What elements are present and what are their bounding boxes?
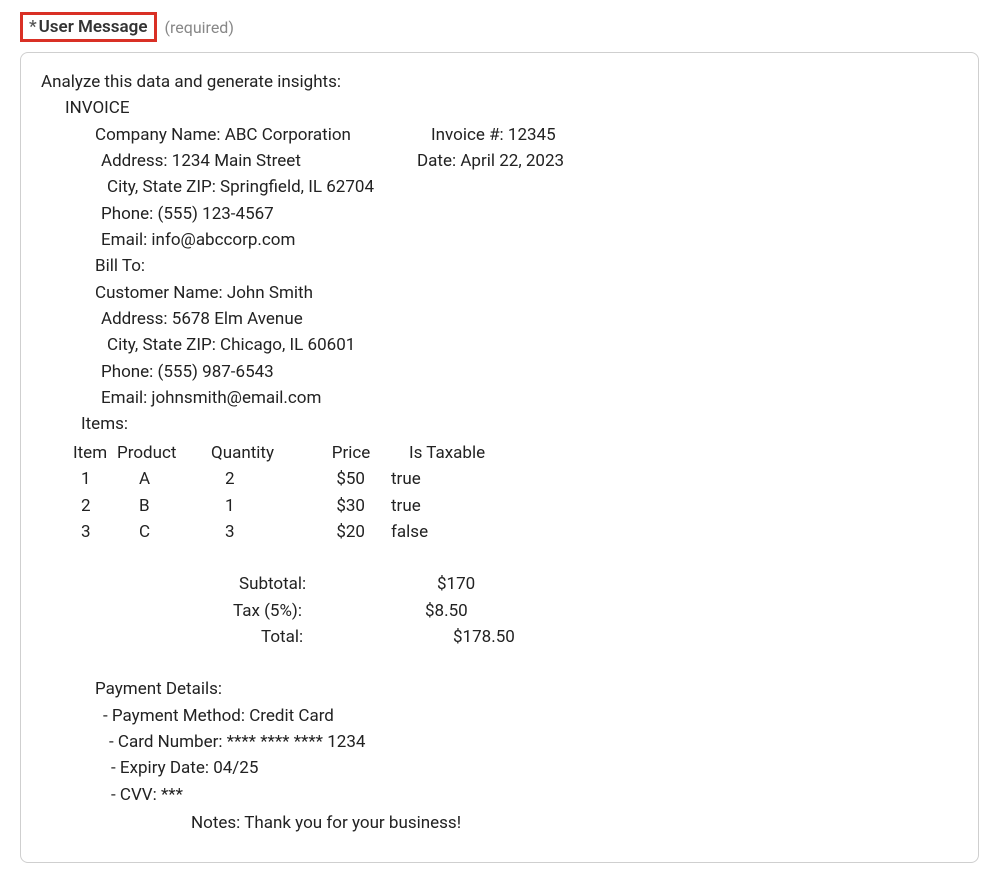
csz-line: City, State ZIP: Springfield, IL 62704 [41, 174, 958, 200]
items-label: Items: [41, 411, 958, 437]
customer-email-line: Email: johnsmith@email.com [41, 385, 958, 411]
company-name-line: Company Name: ABC Corporation [41, 122, 431, 148]
subtotal-label: Subtotal: [41, 571, 361, 597]
table-row: 3 C 3 $20 false [41, 519, 958, 545]
customer-csz-line: City, State ZIP: Chicago, IL 60601 [41, 332, 958, 358]
payment-details-label: Payment Details: [41, 676, 958, 702]
col-product: Product [111, 440, 211, 466]
field-label-highlighted: * User Message [20, 12, 157, 42]
email-line: Email: info@abccorp.com [41, 227, 958, 253]
table-row: 2 B 1 $30 true [41, 493, 958, 519]
billto-label: Bill To: [41, 253, 958, 279]
table-row: 1 A 2 $50 true [41, 466, 958, 492]
total-label: Total: [41, 624, 361, 650]
field-label: User Message [39, 17, 148, 37]
invoice-number-line: Invoice #: 12345 [431, 122, 958, 148]
tax-value: $8.50 [361, 598, 468, 624]
customer-address-line: Address: 5678 Elm Avenue [41, 306, 958, 332]
field-header: * User Message (required) [20, 12, 979, 42]
subtotal-value: $170 [361, 571, 475, 597]
invoice-title: INVOICE [41, 95, 958, 121]
customer-name-line: Customer Name: John Smith [41, 280, 958, 306]
notes-line: Notes: Thank you for your business! [41, 810, 958, 836]
col-quantity: Quantity [211, 440, 311, 466]
intro-text: Analyze this data and generate insights: [41, 69, 958, 95]
payment-method-line: - Payment Method: Credit Card [41, 703, 958, 729]
total-value: $178.50 [361, 624, 515, 650]
col-item: Item [41, 440, 111, 466]
table-header-row: Item Product Quantity Price Is Taxable [41, 440, 958, 466]
cvv-line: - CVV: *** [41, 782, 958, 808]
address-line: Address: 1234 Main Street [41, 148, 431, 174]
customer-phone-line: Phone: (555) 987-6543 [41, 359, 958, 385]
phone-line: Phone: (555) 123-4567 [41, 201, 958, 227]
tax-label: Tax (5%): [41, 598, 361, 624]
required-hint: (required) [165, 18, 234, 37]
col-taxable: Is Taxable [391, 440, 511, 466]
expiry-line: - Expiry Date: 04/25 [41, 755, 958, 781]
date-line: Date: April 22, 2023 [431, 148, 958, 174]
user-message-textarea[interactable]: Analyze this data and generate insights:… [20, 52, 979, 863]
card-number-line: - Card Number: **** **** **** 1234 [41, 729, 958, 755]
col-price: Price [311, 440, 391, 466]
totals-block: Subtotal: $170 Tax (5%): $8.50 Total: $1… [41, 571, 958, 650]
required-asterisk: * [29, 17, 37, 37]
items-table: Item Product Quantity Price Is Taxable 1… [41, 440, 958, 545]
